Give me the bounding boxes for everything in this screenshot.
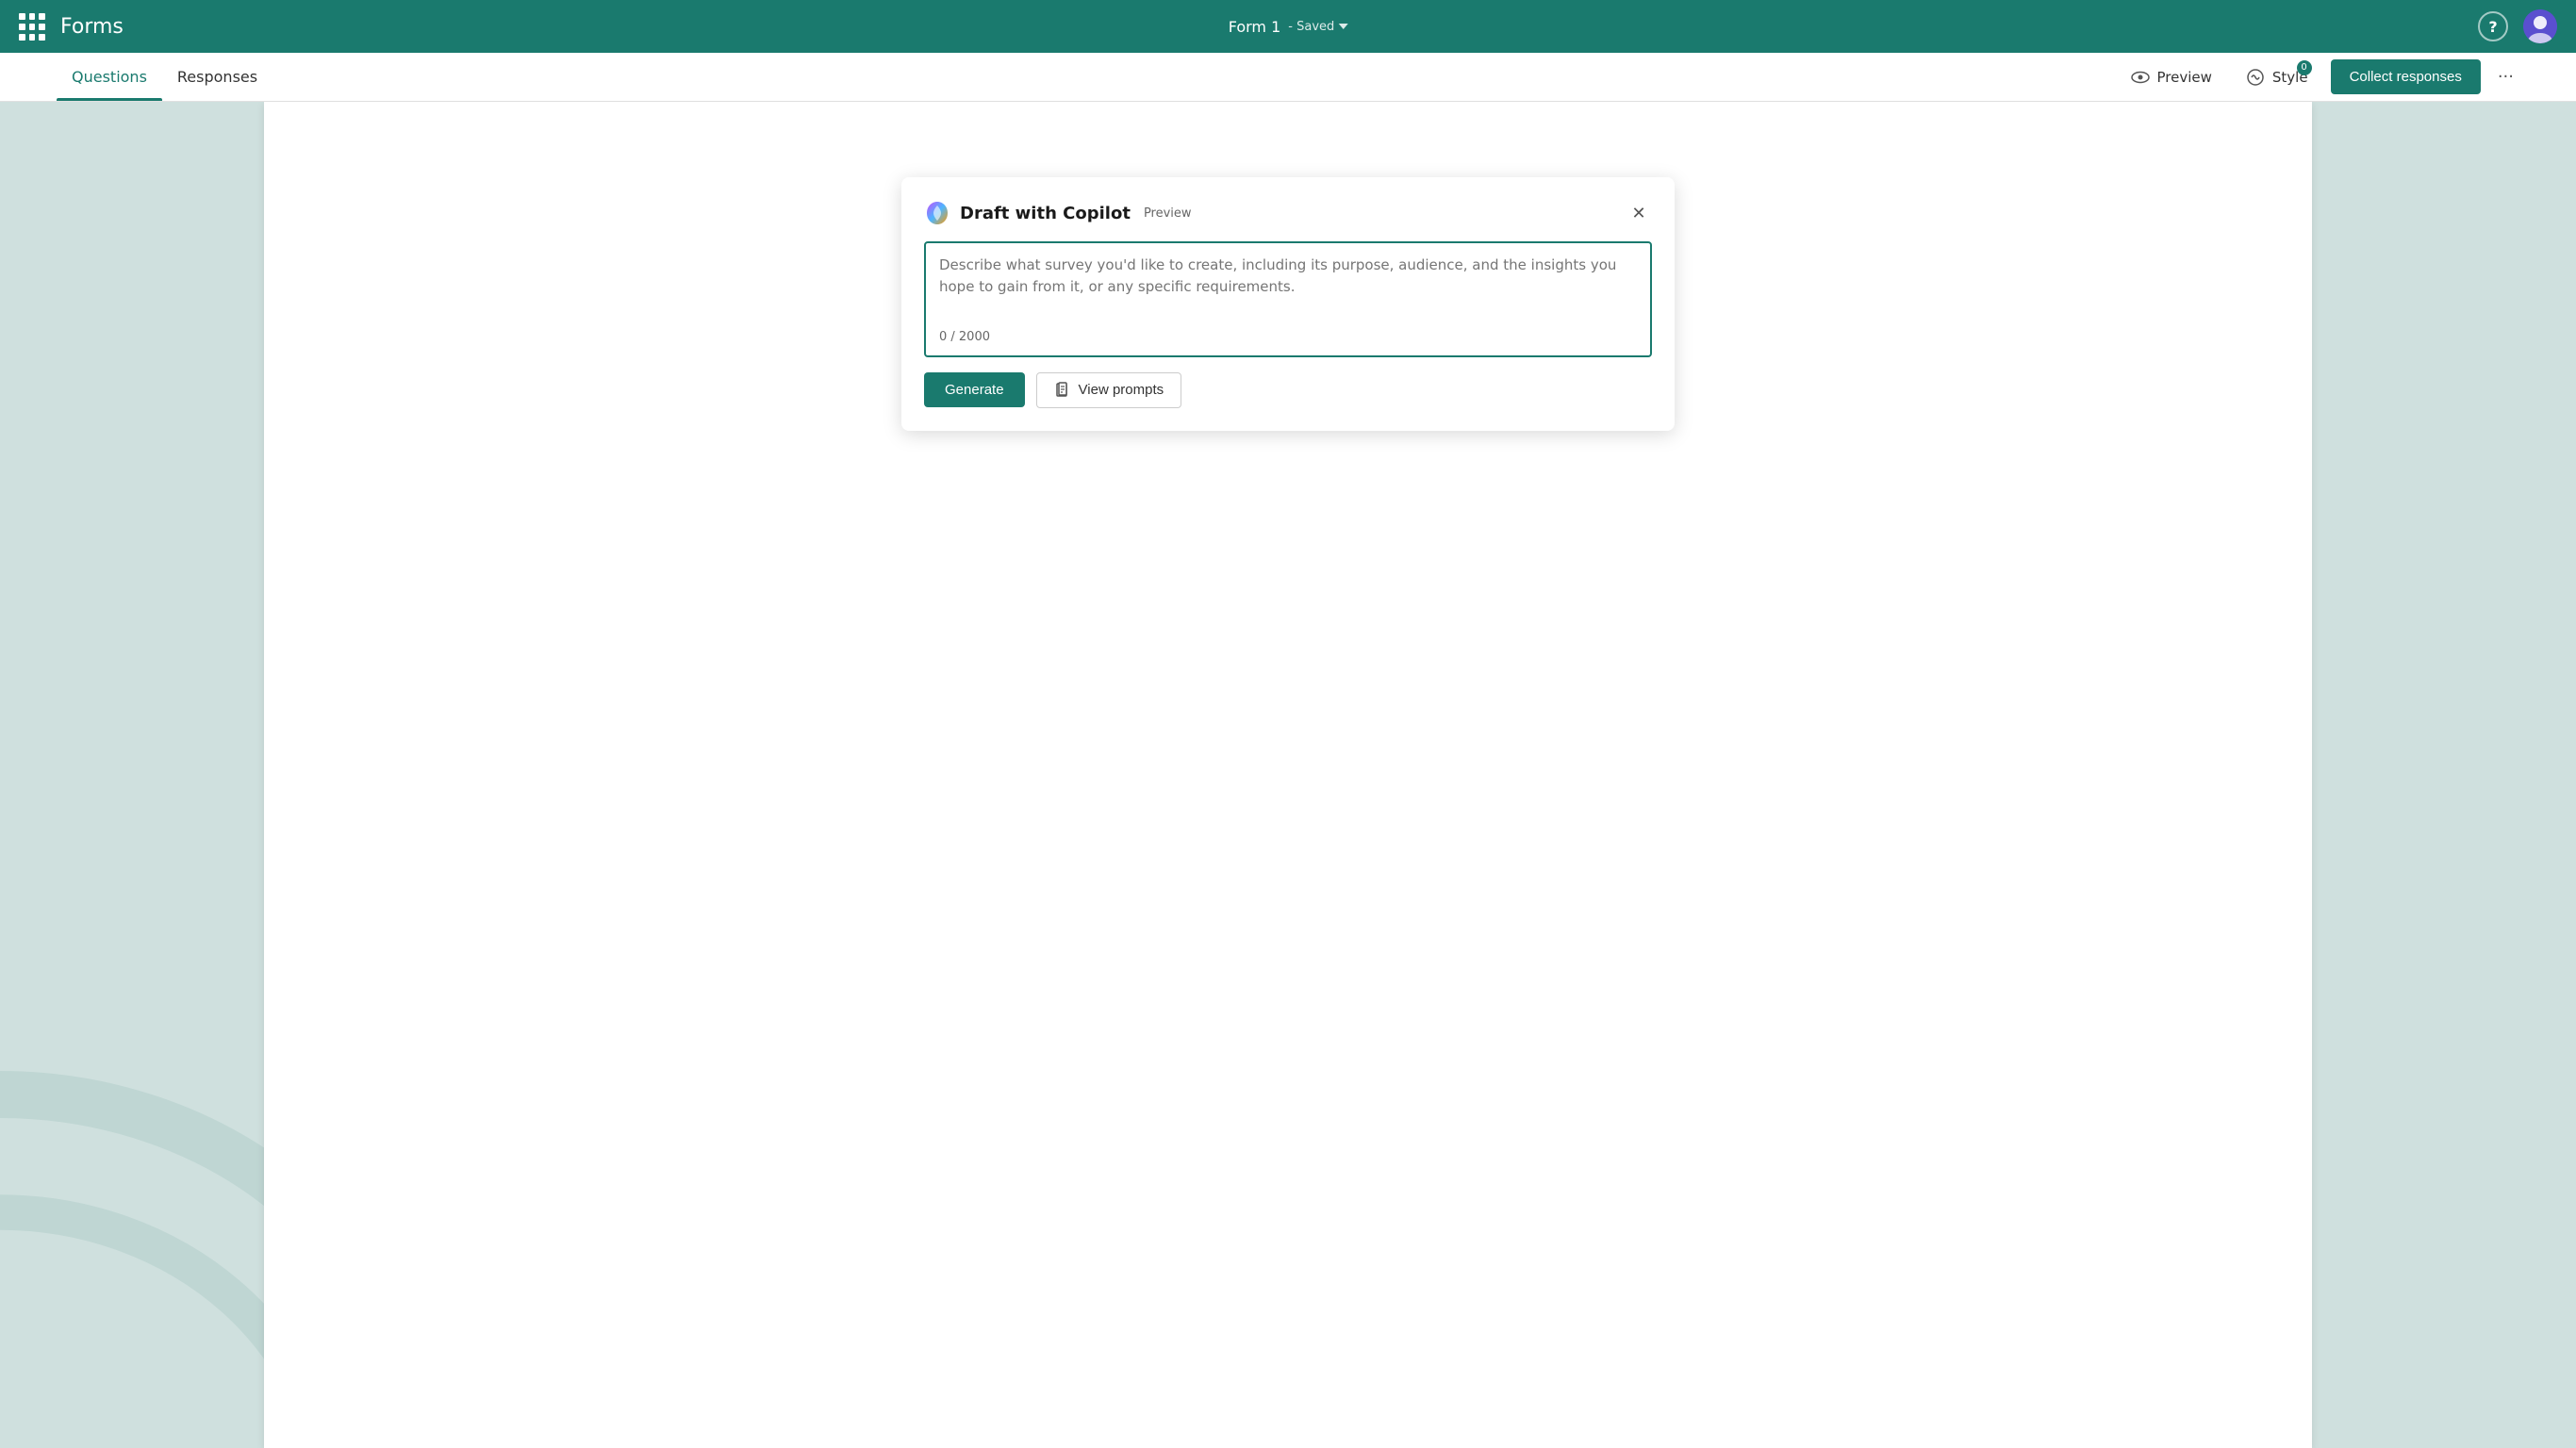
chevron-down-icon	[1338, 24, 1347, 29]
modal-title-area: Draft with Copilot Preview	[924, 200, 1192, 226]
tab-questions[interactable]: Questions	[57, 53, 162, 101]
saved-badge[interactable]: - Saved	[1288, 20, 1347, 34]
copilot-modal: Draft with Copilot Preview ✕ 0 / 2000 Ge…	[901, 177, 1675, 431]
collect-responses-button[interactable]: Collect responses	[2331, 59, 2481, 94]
modal-close-button[interactable]: ✕	[1626, 200, 1652, 226]
prompt-textarea[interactable]	[939, 255, 1637, 319]
modal-header: Draft with Copilot Preview ✕	[924, 200, 1652, 226]
view-prompts-icon	[1054, 382, 1071, 399]
style-icon	[2246, 68, 2265, 87]
nav-right: Preview 0 Style Collect responses ···	[2120, 59, 2519, 94]
copilot-logo-icon	[924, 200, 950, 226]
app-title: Forms	[60, 15, 124, 39]
nav-tabs: Questions Responses	[57, 53, 272, 101]
more-options-button[interactable]: ···	[2492, 61, 2519, 92]
top-bar-center: Form 1 - Saved	[1229, 18, 1348, 36]
secondary-nav: Questions Responses Preview 0 Style Coll…	[0, 53, 2576, 102]
help-button[interactable]: ?	[2478, 11, 2508, 41]
top-bar-left: Forms	[19, 13, 124, 40]
textarea-container: 0 / 2000	[924, 241, 1652, 357]
avatar[interactable]	[2523, 9, 2557, 43]
style-badge: 0	[2297, 60, 2312, 75]
modal-title: Draft with Copilot	[960, 204, 1131, 223]
preview-button[interactable]: Preview	[2120, 62, 2223, 92]
main-content: Draft with Copilot Preview ✕ 0 / 2000 Ge…	[0, 102, 2576, 1448]
card-area: Draft with Copilot Preview ✕ 0 / 2000 Ge…	[264, 102, 2312, 1448]
style-button[interactable]: 0 Style	[2235, 62, 2320, 92]
top-bar-right: ?	[2478, 9, 2557, 43]
char-count: 0 / 2000	[939, 330, 1637, 344]
modal-preview-tag: Preview	[1144, 206, 1192, 221]
tab-responses[interactable]: Responses	[162, 53, 272, 101]
preview-icon	[2131, 68, 2150, 87]
view-prompts-button[interactable]: View prompts	[1036, 372, 1182, 408]
modal-actions: Generate View prompts	[924, 372, 1652, 408]
generate-button[interactable]: Generate	[924, 372, 1025, 407]
form-title: Form 1	[1229, 18, 1281, 36]
waffle-menu-icon[interactable]	[19, 13, 45, 40]
top-bar: Forms Form 1 - Saved ?	[0, 0, 2576, 53]
